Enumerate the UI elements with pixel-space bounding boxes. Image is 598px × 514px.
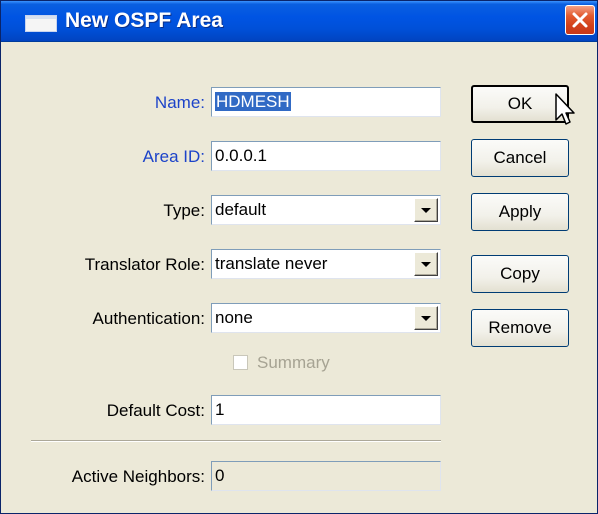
authentication-dropdown-button[interactable] [414, 306, 438, 330]
active-neighbors-label: Active Neighbors: [71, 467, 205, 486]
active-neighbors-field: 0 [211, 461, 441, 491]
remove-button[interactable]: Remove [471, 309, 569, 347]
window-icon [25, 15, 57, 32]
area-id-label: Area ID: [142, 147, 205, 166]
summary-checkbox[interactable] [233, 355, 248, 370]
chevron-down-icon [421, 208, 431, 213]
summary-label: Summary [257, 353, 330, 372]
translator-role-dropdown-button[interactable] [414, 252, 438, 276]
authentication-value: none [215, 308, 253, 327]
translator-role-label: Translator Role: [84, 255, 205, 274]
name-field[interactable]: HDMESH [211, 87, 441, 117]
name-value: HDMESH [215, 92, 291, 111]
area-id-field[interactable]: 0.0.0.1 [211, 141, 441, 171]
close-button[interactable] [565, 5, 595, 35]
default-cost-value: 1 [215, 400, 225, 419]
window-title: New OSPF Area [65, 9, 223, 32]
default-cost-field[interactable]: 1 [211, 395, 441, 425]
close-icon [572, 12, 588, 28]
type-dropdown-button[interactable] [414, 198, 438, 222]
chevron-down-icon [421, 316, 431, 321]
active-neighbors-value: 0 [215, 466, 225, 485]
apply-button[interactable]: Apply [471, 193, 569, 231]
copy-button[interactable]: Copy [471, 255, 569, 293]
translator-role-value: translate never [215, 254, 328, 273]
authentication-label: Authentication: [92, 309, 205, 328]
type-select[interactable]: default [211, 195, 441, 225]
mouse-pointer-icon [555, 93, 575, 125]
type-value: default [215, 200, 267, 219]
name-label: Name: [154, 93, 205, 112]
summary-checkbox-row[interactable]: Summary [233, 353, 343, 373]
title-bar[interactable]: New OSPF Area [1, 1, 597, 42]
translator-role-select[interactable]: translate never [211, 249, 441, 279]
authentication-select[interactable]: none [211, 303, 441, 333]
default-cost-label: Default Cost: [106, 401, 205, 420]
type-label: Type: [163, 201, 205, 220]
chevron-down-icon [421, 262, 431, 267]
area-id-value: 0.0.0.1 [215, 146, 267, 165]
separator [31, 440, 441, 442]
new-ospf-area-dialog: New OSPF Area Name: HDMESH Area ID: 0.0.… [0, 0, 598, 514]
cancel-button[interactable]: Cancel [471, 139, 569, 177]
